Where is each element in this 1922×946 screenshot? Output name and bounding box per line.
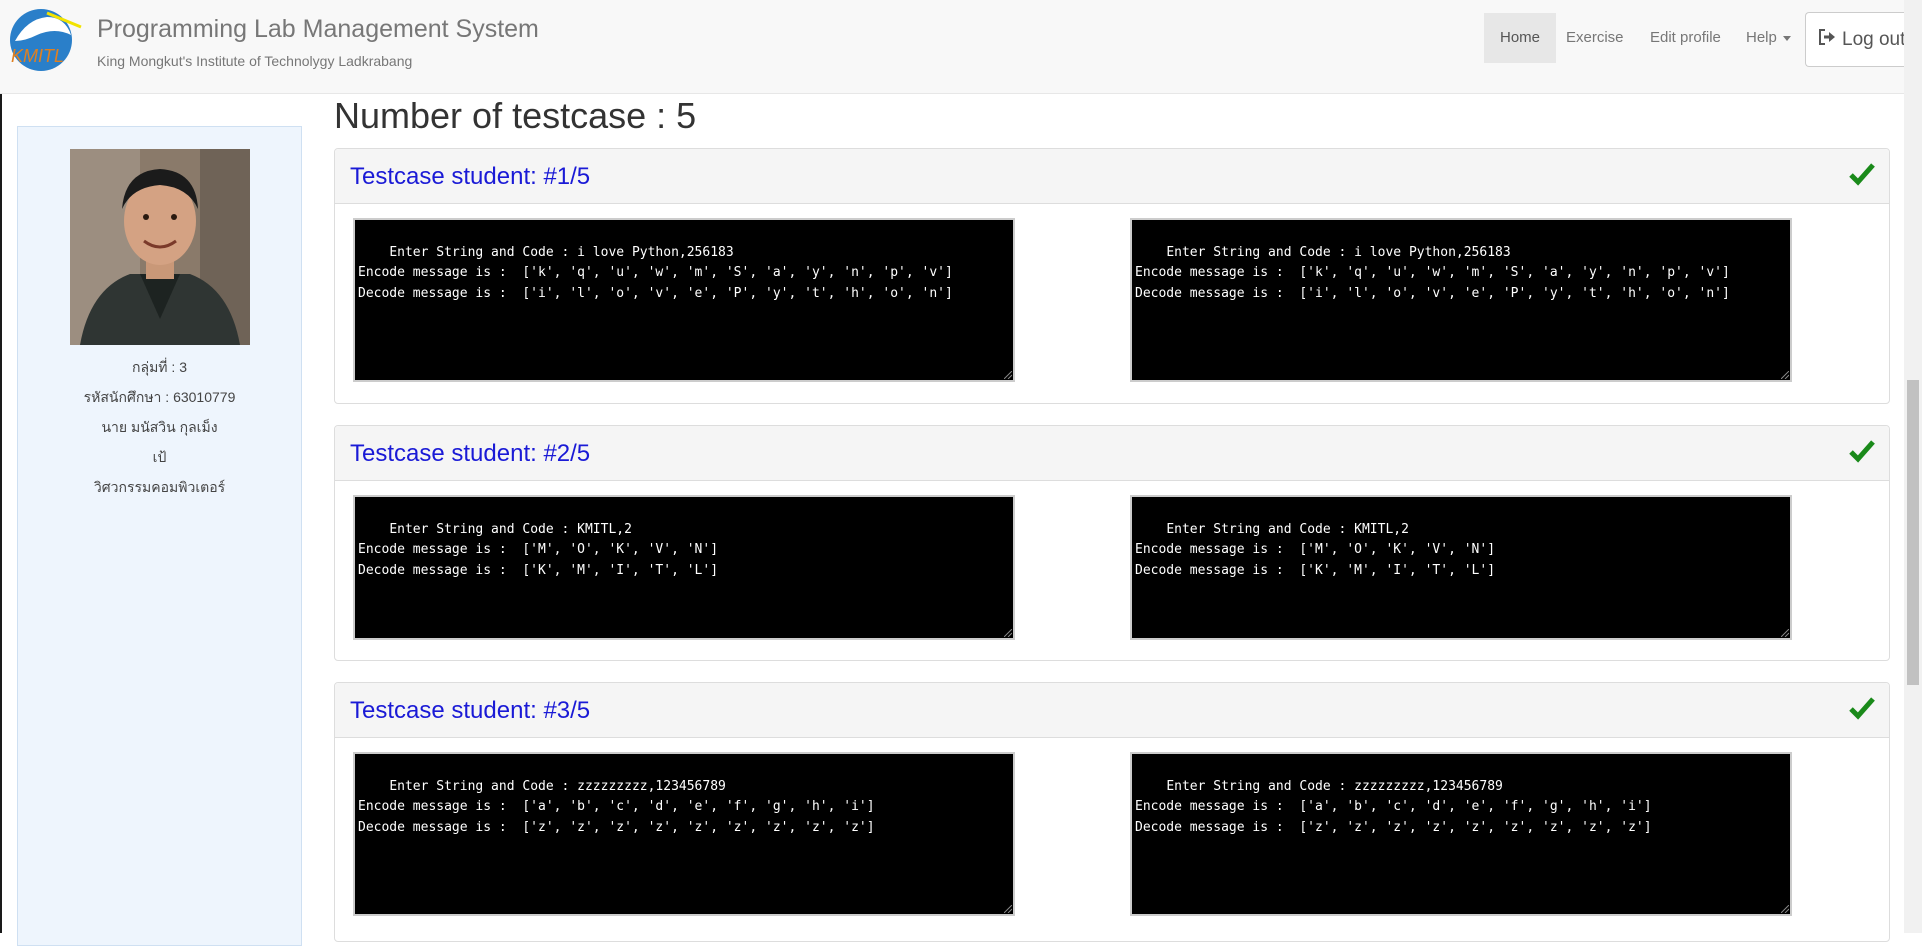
page-scrollbar-thumb[interactable] xyxy=(1907,380,1919,685)
testcase-header: Testcase student: #3/5 xyxy=(335,683,1889,738)
nav-help[interactable]: Help xyxy=(1730,13,1807,63)
page-title: Number of testcase : 5 xyxy=(334,95,697,136)
expected-output-console[interactable]: Enter String and Code : zzzzzzzzz,123456… xyxy=(1130,752,1792,916)
logout-label: Log out xyxy=(1842,28,1906,50)
student-output-console[interactable]: Enter String and Code : KMITL,2 Encode m… xyxy=(353,495,1015,640)
check-icon xyxy=(1849,440,1875,463)
console-text: Enter String and Code : zzzzzzzzz,123456… xyxy=(358,778,875,835)
nav-exercise[interactable]: Exercise xyxy=(1550,13,1640,63)
expected-output-console[interactable]: Enter String and Code : KMITL,2 Encode m… xyxy=(1130,495,1792,640)
console-text: Enter String and Code : KMITL,2 Encode m… xyxy=(358,521,719,578)
student-output-console[interactable]: Enter String and Code : zzzzzzzzz,123456… xyxy=(353,752,1015,916)
caret-down-icon xyxy=(1782,35,1791,41)
nav-edit-profile[interactable]: Edit profile xyxy=(1634,13,1737,63)
student-output-console[interactable]: Enter String and Code : i love Python,25… xyxy=(353,218,1015,382)
profile-name: นาย มนัสวิน กุลเม็ง xyxy=(101,419,218,435)
testcase-title: Testcase student: #2/5 xyxy=(350,440,591,467)
profile-sidebar: กลุ่มที่ : 3 รหัสนักศึกษา : 63010779 นาย… xyxy=(17,126,302,946)
console-text: Enter String and Code : KMITL,2 Encode m… xyxy=(1135,521,1496,578)
svg-text:KMITL: KMITL xyxy=(11,46,64,66)
resize-grip-icon[interactable] xyxy=(1004,905,1012,913)
testcase-title: Testcase student: #1/5 xyxy=(350,163,591,190)
resize-grip-icon[interactable] xyxy=(1781,371,1789,379)
navbar: KMITL Programming Lab Management System … xyxy=(0,0,1922,94)
console-text: Enter String and Code : i love Python,25… xyxy=(1135,244,1730,301)
testcase-panel: Testcase student: #2/5 Enter String and … xyxy=(334,425,1890,661)
testcase-panel: Testcase student: #3/5 Enter String and … xyxy=(334,682,1890,942)
resize-grip-icon[interactable] xyxy=(1004,371,1012,379)
app-title: Programming Lab Management System xyxy=(97,15,539,43)
avatar xyxy=(70,149,250,345)
console-text: Enter String and Code : i love Python,25… xyxy=(358,244,953,301)
nav-help-label: Help xyxy=(1746,29,1777,46)
profile-nickname: เป้ xyxy=(152,449,167,465)
resize-grip-icon[interactable] xyxy=(1781,629,1789,637)
testcase-header: Testcase student: #2/5 xyxy=(335,426,1889,481)
resize-grip-icon[interactable] xyxy=(1004,629,1012,637)
testcase-title: Testcase student: #3/5 xyxy=(350,697,591,724)
window-edge xyxy=(0,0,2,933)
app-subtitle: King Mongkut's Institute of Technolygy L… xyxy=(97,53,413,69)
check-icon xyxy=(1849,697,1875,720)
expected-output-console[interactable]: Enter String and Code : i love Python,25… xyxy=(1130,218,1792,382)
testcase-panel: Testcase student: #1/5 Enter String and … xyxy=(334,148,1890,404)
console-text: Enter String and Code : zzzzzzzzz,123456… xyxy=(1135,778,1652,835)
resize-grip-icon[interactable] xyxy=(1781,905,1789,913)
profile-student-id: รหัสนักศึกษา : 63010779 xyxy=(83,389,236,405)
logout-icon xyxy=(1818,28,1836,52)
check-icon xyxy=(1849,163,1875,186)
nav-home[interactable]: Home xyxy=(1484,13,1557,63)
profile-group: กลุ่มที่ : 3 xyxy=(132,359,187,375)
profile-department: วิศวกรรมคอมพิวเตอร์ xyxy=(93,479,226,495)
kmitl-logo[interactable]: KMITL xyxy=(7,5,83,73)
testcase-header: Testcase student: #1/5 xyxy=(335,149,1889,204)
